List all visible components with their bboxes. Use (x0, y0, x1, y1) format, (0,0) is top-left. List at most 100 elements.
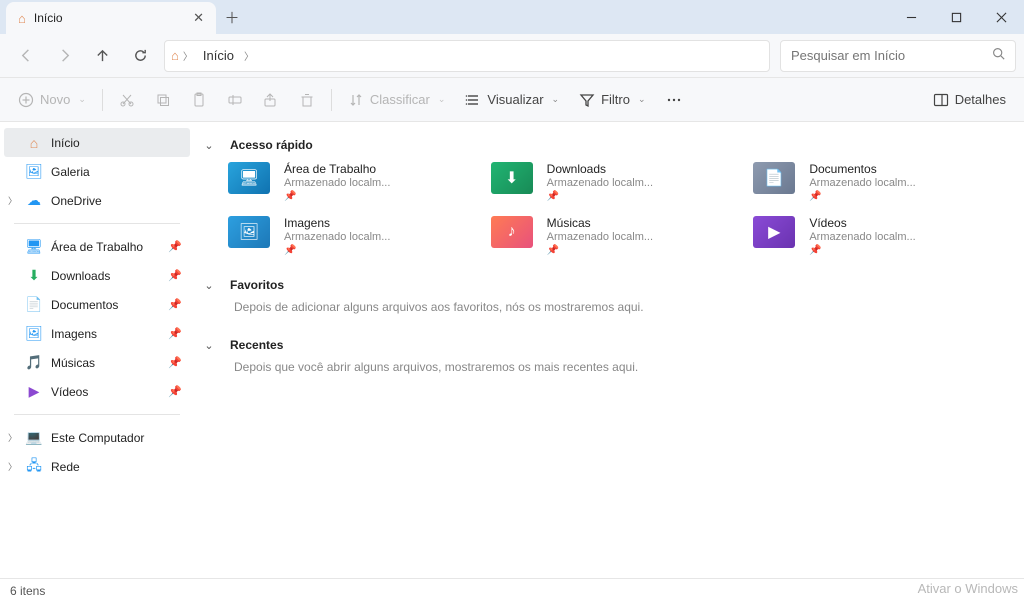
sidebar-item-label: Galeria (51, 165, 90, 179)
search-input[interactable] (791, 48, 992, 63)
videos-icon: ▶ (26, 384, 42, 400)
sidebar-item-downloads[interactable]: ⬇ Downloads 📌 (4, 261, 190, 290)
sidebar-item-videos[interactable]: ▶ Vídeos 📌 (4, 377, 190, 406)
chevron-right-icon[interactable]: 〉 (8, 431, 17, 444)
tile-subtitle: Armazenado localm... (809, 177, 915, 189)
section-header-quick-access[interactable]: ⌄ Acesso rápido (194, 132, 1016, 158)
folder-icon: ⬇ (491, 162, 533, 194)
home-icon: ⌂ (171, 48, 179, 63)
pin-icon: 📌 (168, 385, 182, 398)
sidebar-item-desktop[interactable]: 🖥 Área de Trabalho 📌 (4, 232, 190, 261)
up-button[interactable] (84, 41, 120, 71)
pin-icon: 📌 (284, 245, 390, 256)
pin-icon: 📌 (809, 245, 915, 256)
sidebar-item-gallery[interactable]: 🖼 Galeria (4, 157, 190, 186)
chevron-right-icon[interactable]: 〉 (8, 194, 17, 207)
tile-downloads[interactable]: ⬇ Downloads Armazenado localm... 📌 (491, 162, 742, 202)
close-tab-icon[interactable]: ✕ (193, 10, 204, 26)
status-item-count: 6 itens (10, 584, 45, 598)
chevron-down-icon: ⌄ (198, 139, 220, 152)
sidebar-item-music[interactable]: 🎵 Músicas 📌 (4, 348, 190, 377)
pin-icon: 📌 (284, 191, 390, 202)
forward-button[interactable] (46, 41, 82, 71)
pin-icon: 📌 (168, 298, 182, 311)
paste-button[interactable] (181, 85, 217, 115)
minimize-button[interactable] (889, 0, 934, 34)
section-header-recents[interactable]: ⌄ Recentes (194, 332, 1016, 358)
tile-music[interactable]: ♪ Músicas Armazenado localm... 📌 (491, 216, 742, 256)
tile-pictures[interactable]: 🖼 Imagens Armazenado localm... 📌 (228, 216, 479, 256)
sidebar-item-label: Rede (51, 460, 80, 474)
tab-title: Início (34, 11, 185, 25)
download-icon: ⬇ (26, 268, 42, 284)
filter-button[interactable]: Filtro ⌄ (569, 85, 655, 115)
search-icon (992, 47, 1005, 65)
rename-button[interactable] (217, 85, 253, 115)
view-button[interactable]: Visualizar ⌄ (455, 85, 569, 115)
tile-subtitle: Armazenado localm... (547, 177, 653, 189)
back-button[interactable] (8, 41, 44, 71)
pin-icon: 📌 (547, 245, 653, 256)
desktop-icon: 🖥 (26, 239, 42, 255)
new-tab-button[interactable]: ＋ (216, 0, 248, 34)
section-quick-access: ⌄ Acesso rápido 🖥 Área de Trabalho Armaz… (194, 132, 1016, 260)
active-tab[interactable]: ⌂ Início ✕ (6, 2, 216, 34)
tile-title: Área de Trabalho (284, 162, 390, 176)
computer-icon: 💻 (26, 430, 42, 446)
body: ⌂ Início 🖼 Galeria 〉 ☁ OneDrive 🖥 Área d… (0, 122, 1024, 578)
pin-icon: 📌 (547, 191, 653, 202)
tile-documents[interactable]: 📄 Documentos Armazenado localm... 📌 (753, 162, 1004, 202)
maximize-button[interactable] (934, 0, 979, 34)
breadcrumb-segment[interactable]: Início (197, 45, 240, 66)
new-button[interactable]: Novo ⌄ (8, 85, 96, 115)
section-title: Recentes (230, 338, 283, 352)
refresh-button[interactable] (122, 41, 158, 71)
titlebar: ⌂ Início ✕ ＋ (0, 0, 1024, 34)
home-icon: ⌂ (18, 11, 26, 26)
tile-title: Vídeos (809, 216, 915, 230)
status-bar: 6 itens (0, 578, 1024, 602)
tile-title: Downloads (547, 162, 653, 176)
tile-subtitle: Armazenado localm... (284, 231, 390, 243)
favorites-empty-text: Depois de adicionar alguns arquivos aos … (194, 298, 1016, 320)
sidebar-item-label: Downloads (51, 269, 110, 283)
sort-label: Classificar (370, 92, 430, 107)
sidebar-item-onedrive[interactable]: 〉 ☁ OneDrive (4, 186, 190, 215)
sidebar-item-label: Imagens (51, 327, 97, 341)
address-bar[interactable]: ⌂ 〉 Início 〉 (164, 40, 770, 72)
delete-button[interactable] (289, 85, 325, 115)
pin-icon: 📌 (168, 240, 182, 253)
details-label: Detalhes (955, 92, 1006, 107)
sidebar-item-label: Início (51, 136, 80, 150)
sidebar-item-label: Documentos (51, 298, 118, 312)
chevron-right-icon[interactable]: 〉 (8, 460, 17, 473)
tile-desktop[interactable]: 🖥 Área de Trabalho Armazenado localm... … (228, 162, 479, 202)
share-button[interactable] (253, 85, 289, 115)
copy-button[interactable] (145, 85, 181, 115)
more-button[interactable] (656, 85, 692, 115)
section-title: Favoritos (230, 278, 284, 292)
details-pane-button[interactable]: Detalhes (923, 85, 1016, 115)
cut-button[interactable] (109, 85, 145, 115)
sidebar-item-documents[interactable]: 📄 Documentos 📌 (4, 290, 190, 319)
command-bar: Novo ⌄ Classificar ⌄ Visualizar ⌄ Filtro… (0, 78, 1024, 122)
content-area: ⌄ Acesso rápido 🖥 Área de Trabalho Armaz… (194, 122, 1024, 578)
tile-videos[interactable]: ▶ Vídeos Armazenado localm... 📌 (753, 216, 1004, 256)
chevron-down-icon: ⌄ (638, 94, 646, 105)
section-favorites: ⌄ Favoritos Depois de adicionar alguns a… (194, 272, 1016, 320)
section-header-favorites[interactable]: ⌄ Favoritos (194, 272, 1016, 298)
sidebar-item-pictures[interactable]: 🖼 Imagens 📌 (4, 319, 190, 348)
folder-icon: 📄 (753, 162, 795, 194)
sort-button[interactable]: Classificar ⌄ (338, 85, 456, 115)
recents-empty-text: Depois que você abrir alguns arquivos, m… (194, 358, 1016, 380)
sidebar-item-label: Área de Trabalho (51, 240, 143, 254)
sidebar-item-thispc[interactable]: 〉 💻 Este Computador (4, 423, 190, 452)
network-icon: 🖧 (26, 459, 42, 475)
sidebar-item-network[interactable]: 〉 🖧 Rede (4, 452, 190, 481)
chevron-down-icon: ⌄ (198, 279, 220, 292)
search-box[interactable] (780, 40, 1016, 72)
sidebar: ⌂ Início 🖼 Galeria 〉 ☁ OneDrive 🖥 Área d… (0, 122, 194, 578)
sidebar-item-home[interactable]: ⌂ Início (4, 128, 190, 157)
tile-title: Imagens (284, 216, 390, 230)
close-window-button[interactable] (979, 0, 1024, 34)
